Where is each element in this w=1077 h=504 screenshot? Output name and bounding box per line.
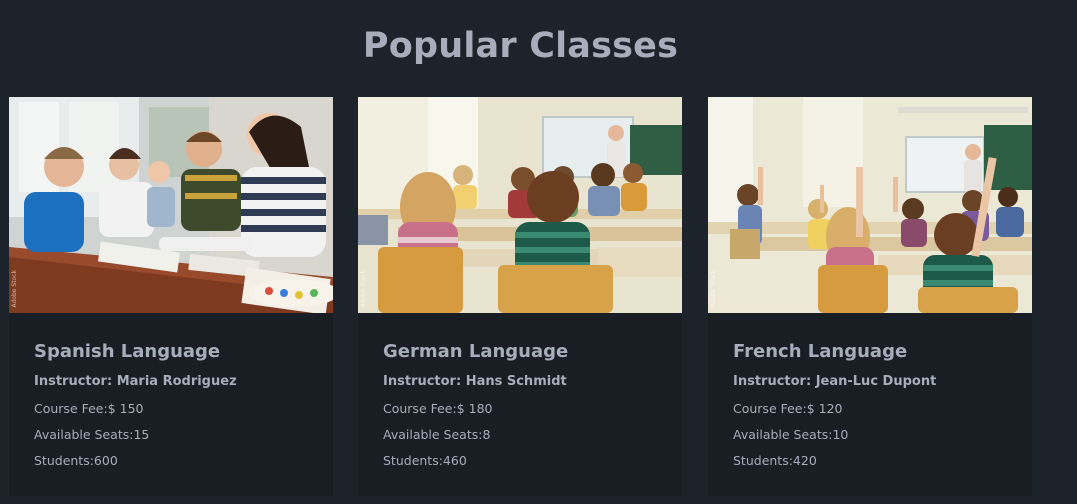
class-available-seats: Available Seats:10 xyxy=(733,427,849,442)
class-available-seats: Available Seats:15 xyxy=(34,427,150,442)
class-fee: Course Fee:$ 180 xyxy=(383,401,493,416)
class-students: Students:460 xyxy=(383,453,467,468)
class-instructor: Instructor: Maria Rodriguez xyxy=(34,374,237,389)
class-instructor: Instructor: Hans Schmidt xyxy=(383,374,567,389)
class-image: Adobe Stock xyxy=(708,97,1032,313)
image-watermark: Adobe Stock xyxy=(360,269,367,308)
image-watermark: Adobe Stock xyxy=(710,269,717,308)
image-watermark: Adobe Stock xyxy=(11,269,18,308)
class-fee: Course Fee:$ 150 xyxy=(34,401,144,416)
class-name: Spanish Language xyxy=(34,341,221,362)
section-title: Popular Classes xyxy=(362,26,679,66)
class-image: Adobe Stock xyxy=(358,97,682,313)
class-fee: Course Fee:$ 120 xyxy=(733,401,843,416)
class-available-seats: Available Seats:8 xyxy=(383,427,491,442)
class-card-german[interactable]: Adobe Stock German Language Instructor: … xyxy=(358,97,682,496)
class-card-french[interactable]: Adobe Stock French Language Instructor: … xyxy=(708,97,1032,496)
class-name: German Language xyxy=(383,341,569,362)
class-image: Adobe Stock xyxy=(9,97,333,313)
class-students: Students:600 xyxy=(34,453,118,468)
class-card-spanish[interactable]: Adobe Stock Spanish Language Instructor:… xyxy=(9,97,333,496)
class-students: Students:420 xyxy=(733,453,817,468)
class-instructor: Instructor: Jean-Luc Dupont xyxy=(733,374,937,389)
class-name: French Language xyxy=(733,341,908,362)
